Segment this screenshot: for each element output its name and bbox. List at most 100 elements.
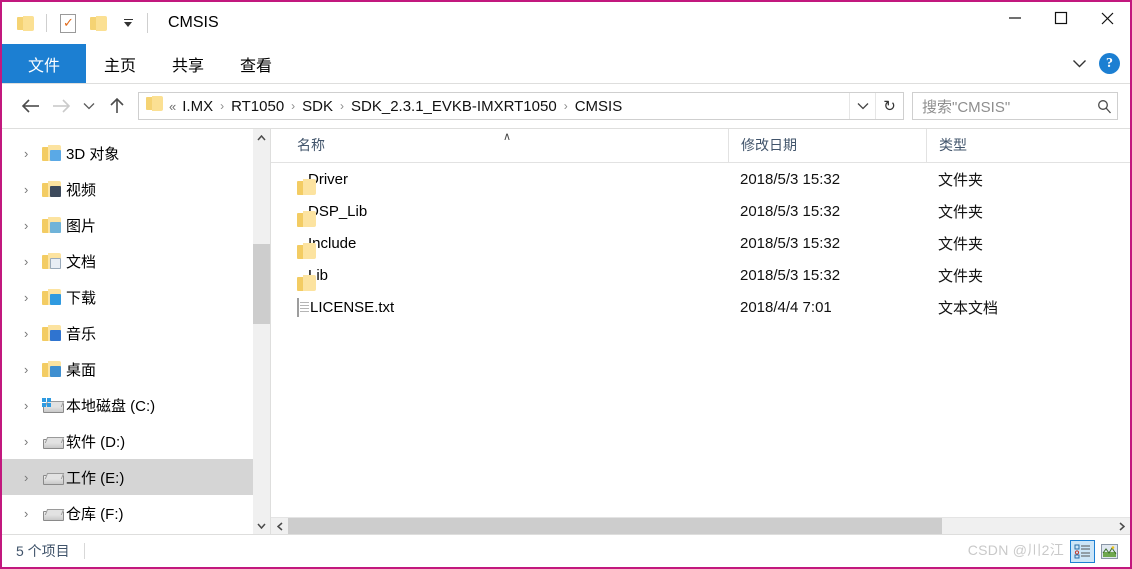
breadcrumb-folder-icon [146, 96, 163, 116]
sidebar-scroll-track[interactable] [253, 146, 270, 517]
table-row[interactable]: Lib 2018/5/3 15:32 文件夹 [271, 259, 1130, 291]
close-button[interactable] [1084, 2, 1130, 34]
expand-chevron-icon[interactable]: › [24, 218, 42, 233]
sidebar-item-drive-d[interactable]: › 软件 (D:) [2, 423, 270, 459]
breadcrumb-item-1[interactable]: RT1050 [231, 98, 284, 115]
sidebar-item-label: 工作 (E:) [66, 469, 125, 487]
file-type-cell: 文件夹 [938, 203, 984, 221]
scroll-right-icon[interactable] [1113, 518, 1130, 535]
minimize-button[interactable] [992, 2, 1038, 34]
scroll-left-icon[interactable] [271, 518, 288, 535]
horizontal-scroll-track[interactable] [288, 517, 1113, 535]
file-date-cell: 2018/4/4 7:01 [740, 298, 832, 316]
expand-chevron-icon[interactable]: › [24, 506, 42, 521]
expand-chevron-icon[interactable]: › [24, 470, 42, 485]
folder-pictures-icon [42, 217, 64, 233]
properties-icon[interactable]: ✓ [53, 8, 83, 38]
breadcrumb-separator-icon[interactable]: › [340, 99, 344, 113]
help-icon[interactable]: ? [1099, 53, 1120, 74]
drive-icon [42, 470, 64, 485]
file-type-cell: 文件夹 [938, 267, 984, 285]
details-view-button[interactable] [1070, 539, 1095, 563]
breadcrumb-overflow-icon[interactable]: « [169, 99, 176, 114]
table-row[interactable]: LICENSE.txt 2018/4/4 7:01 文本文档 [271, 291, 1130, 323]
breadcrumb-bar[interactable]: « I.MX › RT1050 › SDK › SDK_2.3.1_EVKB-I… [138, 92, 904, 120]
search-box[interactable]: 搜索"CMSIS" [912, 92, 1118, 120]
breadcrumb-item-2[interactable]: SDK [302, 98, 333, 115]
file-name-cell[interactable]: DSP_Lib [271, 203, 728, 220]
tab-view[interactable]: 查看 [222, 44, 290, 83]
expand-chevron-icon[interactable]: › [24, 290, 42, 305]
sidebar-item-local-disk-c[interactable]: › 本地磁盘 (C:) [2, 387, 270, 423]
tab-file[interactable]: 文件 [2, 44, 86, 83]
search-input[interactable]: 搜索"CMSIS" [913, 96, 1091, 117]
folder-3d-objects-icon [42, 145, 64, 161]
search-icon[interactable] [1091, 99, 1117, 114]
customize-dropdown-icon[interactable] [113, 8, 143, 38]
status-bar: 5 个项目 CSDN @川2江 [2, 534, 1130, 567]
breadcrumb-dropdown-icon[interactable] [849, 93, 875, 119]
sidebar-scrollbar[interactable] [253, 129, 270, 534]
file-name-cell[interactable]: Lib [271, 267, 728, 284]
folder-icon[interactable] [10, 8, 40, 38]
breadcrumb-item-3[interactable]: SDK_2.3.1_EVKB-IMXRT1050 [351, 98, 557, 115]
expand-chevron-icon[interactable]: › [24, 146, 42, 161]
title-bar: ✓ CMSIS [2, 2, 1130, 44]
file-date-cell: 2018/5/3 15:32 [740, 234, 841, 252]
sidebar-scroll-thumb[interactable] [253, 244, 270, 324]
tab-share[interactable]: 共享 [154, 44, 222, 83]
explorer-window: ✓ CMSIS 文件 主页 共享 查看 ? « I.MX › RT1050 › … [0, 0, 1132, 569]
new-folder-icon[interactable] [83, 8, 113, 38]
folder-videos-icon [42, 181, 64, 197]
column-header-date[interactable]: 修改日期 [728, 129, 926, 162]
folder-tree: › 3D 对象 › 视频 › 图片 › 文档 › 下载 › 音乐 › 桌面 › … [2, 129, 270, 534]
breadcrumb-separator-icon[interactable]: › [220, 99, 224, 113]
sidebar-item-downloads[interactable]: › 下载 [2, 279, 270, 315]
file-name-cell[interactable]: Include [271, 235, 728, 252]
table-row[interactable]: Include 2018/5/3 15:32 文件夹 [271, 227, 1130, 259]
file-name-cell[interactable]: LICENSE.txt [271, 297, 728, 317]
maximize-button[interactable] [1038, 2, 1084, 34]
up-button[interactable] [102, 91, 132, 121]
sidebar-item-label: 仓库 (F:) [66, 505, 124, 523]
expand-chevron-icon[interactable]: › [24, 434, 42, 449]
refresh-icon[interactable]: ↻ [875, 93, 903, 119]
sidebar-item-drive-f[interactable]: › 仓库 (F:) [2, 495, 270, 531]
column-header-type[interactable]: 类型 [926, 129, 1130, 162]
scroll-up-icon[interactable] [253, 129, 270, 146]
tab-home[interactable]: 主页 [86, 44, 154, 83]
drive-icon [42, 506, 64, 521]
drive-icon [42, 434, 64, 449]
sidebar-item-videos[interactable]: › 视频 [2, 171, 270, 207]
breadcrumb-separator-icon[interactable]: › [291, 99, 295, 113]
navigation-pane: › 3D 对象 › 视频 › 图片 › 文档 › 下载 › 音乐 › 桌面 › … [2, 129, 271, 534]
breadcrumb-item-0[interactable]: I.MX [182, 98, 213, 115]
sidebar-item-label: 图片 [66, 217, 97, 235]
scroll-down-icon[interactable] [253, 517, 270, 534]
sidebar-item-documents[interactable]: › 文档 [2, 243, 270, 279]
sidebar-item-desktop[interactable]: › 桌面 [2, 351, 270, 387]
expand-chevron-icon[interactable]: › [24, 182, 42, 197]
large-icons-view-button[interactable] [1097, 540, 1122, 563]
table-row[interactable]: Driver 2018/5/3 15:32 文件夹 [271, 163, 1130, 195]
sidebar-item-3d-objects[interactable]: › 3D 对象 [2, 135, 270, 171]
horizontal-scroll-thumb[interactable] [288, 517, 942, 535]
forward-button[interactable] [46, 91, 76, 121]
filelist-horizontal-scrollbar[interactable] [271, 517, 1130, 535]
expand-chevron-icon[interactable]: › [24, 398, 42, 413]
sidebar-item-music[interactable]: › 音乐 [2, 315, 270, 351]
expand-chevron-icon[interactable]: › [24, 362, 42, 377]
chevron-down-icon[interactable] [1072, 55, 1087, 72]
expand-chevron-icon[interactable]: › [24, 326, 42, 341]
breadcrumb-item-4[interactable]: CMSIS [575, 98, 623, 115]
breadcrumb-separator-icon[interactable]: › [564, 99, 568, 113]
sidebar-item-drive-e[interactable]: › 工作 (E:) [2, 459, 270, 495]
recent-locations-button[interactable] [76, 91, 102, 121]
view-mode-buttons [1070, 539, 1130, 563]
back-button[interactable] [16, 91, 46, 121]
sidebar-item-pictures[interactable]: › 图片 [2, 207, 270, 243]
expand-chevron-icon[interactable]: › [24, 254, 42, 269]
column-header-name[interactable]: 名称 [271, 129, 728, 162]
file-name-cell[interactable]: Driver [271, 171, 728, 188]
table-row[interactable]: DSP_Lib 2018/5/3 15:32 文件夹 [271, 195, 1130, 227]
